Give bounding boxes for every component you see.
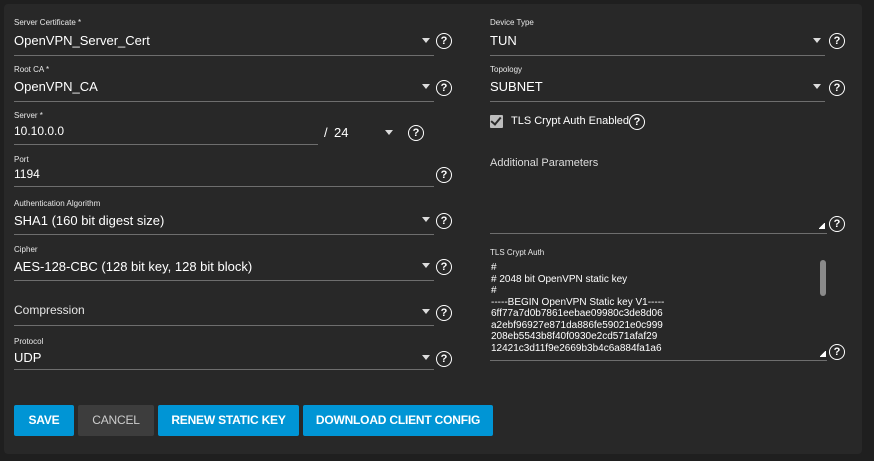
download-client-config-button[interactable]: DOWNLOAD CLIENT CONFIG bbox=[303, 405, 493, 436]
help-icon[interactable]: ? bbox=[436, 167, 452, 183]
server-certificate-label: Server Certificate * bbox=[14, 18, 82, 27]
topology-select[interactable]: SUBNET bbox=[490, 79, 543, 94]
tls-crypt-auth-enabled-label: TLS Crypt Auth Enabled bbox=[511, 115, 630, 127]
chevron-down-icon[interactable] bbox=[813, 38, 821, 43]
help-icon[interactable]: ? bbox=[829, 80, 845, 96]
chevron-down-icon[interactable] bbox=[422, 263, 430, 268]
resize-handle[interactable] bbox=[820, 351, 826, 357]
netmask-separator: / bbox=[324, 125, 328, 140]
device-type-label: Device Type bbox=[490, 18, 534, 27]
cipher-label: Cipher bbox=[14, 245, 38, 254]
server-certificate-underline bbox=[14, 55, 434, 56]
save-button[interactable]: SAVE bbox=[14, 405, 74, 436]
renew-static-key-button[interactable]: RENEW STATIC KEY bbox=[158, 405, 299, 436]
device-type-underline bbox=[490, 55, 825, 56]
checkmark-icon bbox=[490, 114, 502, 126]
additional-parameters-underline bbox=[490, 233, 827, 234]
help-icon[interactable]: ? bbox=[436, 305, 452, 321]
root-ca-underline bbox=[14, 101, 434, 102]
device-type-select[interactable]: TUN bbox=[490, 33, 517, 48]
help-icon[interactable]: ? bbox=[436, 80, 452, 96]
help-icon[interactable]: ? bbox=[829, 33, 845, 49]
help-icon[interactable]: ? bbox=[436, 33, 452, 49]
root-ca-label: Root CA * bbox=[14, 65, 50, 74]
openvpn-server-form: Server Certificate * OpenVPN_Server_Cert… bbox=[4, 4, 862, 454]
cancel-button[interactable]: CANCEL bbox=[78, 405, 154, 436]
protocol-select[interactable]: UDP bbox=[14, 350, 41, 365]
server-certificate-select[interactable]: OpenVPN_Server_Cert bbox=[14, 33, 150, 48]
compression-underline bbox=[14, 325, 434, 326]
scrollbar-thumb[interactable] bbox=[820, 260, 826, 296]
netmask-select[interactable]: 24 bbox=[334, 125, 348, 140]
port-input[interactable]: 1194 bbox=[14, 167, 40, 181]
chevron-down-icon[interactable] bbox=[385, 130, 393, 135]
chevron-down-icon[interactable] bbox=[422, 84, 430, 89]
additional-parameters-label: Additional Parameters bbox=[490, 157, 599, 169]
chevron-down-icon[interactable] bbox=[422, 309, 430, 314]
help-icon[interactable]: ? bbox=[436, 351, 452, 367]
server-input[interactable]: 10.10.0.0 bbox=[14, 124, 64, 138]
server-label: Server * bbox=[14, 111, 43, 120]
chevron-down-icon[interactable] bbox=[422, 38, 430, 43]
server-underline bbox=[14, 144, 318, 145]
resize-handle[interactable] bbox=[819, 223, 825, 229]
chevron-down-icon[interactable] bbox=[813, 84, 821, 89]
chevron-down-icon[interactable] bbox=[422, 355, 430, 360]
protocol-underline bbox=[14, 369, 434, 370]
help-icon[interactable]: ? bbox=[436, 213, 452, 229]
help-icon[interactable]: ? bbox=[629, 114, 645, 130]
chevron-down-icon[interactable] bbox=[422, 217, 430, 222]
cipher-select[interactable]: AES-128-CBC (128 bit key, 128 bit block) bbox=[14, 259, 252, 274]
port-underline bbox=[14, 186, 434, 187]
auth-algorithm-select[interactable]: SHA1 (160 bit digest size) bbox=[14, 213, 164, 228]
help-icon[interactable]: ? bbox=[408, 125, 424, 141]
root-ca-select[interactable]: OpenVPN_CA bbox=[14, 79, 98, 94]
port-label: Port bbox=[14, 155, 29, 164]
auth-algorithm-underline bbox=[14, 234, 434, 235]
compression-select[interactable]: Compression bbox=[14, 303, 85, 317]
tls-crypt-auth-label: TLS Crypt Auth bbox=[490, 248, 545, 257]
cipher-underline bbox=[14, 280, 434, 281]
auth-algorithm-label: Authentication Algorithm bbox=[14, 199, 101, 208]
protocol-label: Protocol bbox=[14, 337, 44, 346]
tls-crypt-auth-underline bbox=[490, 360, 827, 361]
tls-crypt-auth-textarea[interactable]: # # 2048 bit OpenVPN static key # -----B… bbox=[491, 262, 811, 358]
topology-label: Topology bbox=[490, 65, 523, 74]
additional-parameters-textarea[interactable] bbox=[490, 179, 825, 229]
help-icon[interactable]: ? bbox=[829, 344, 845, 360]
tls-crypt-auth-checkbox[interactable] bbox=[490, 114, 503, 128]
help-icon[interactable]: ? bbox=[829, 216, 845, 232]
topology-underline bbox=[490, 101, 825, 102]
help-icon[interactable]: ? bbox=[436, 259, 452, 275]
